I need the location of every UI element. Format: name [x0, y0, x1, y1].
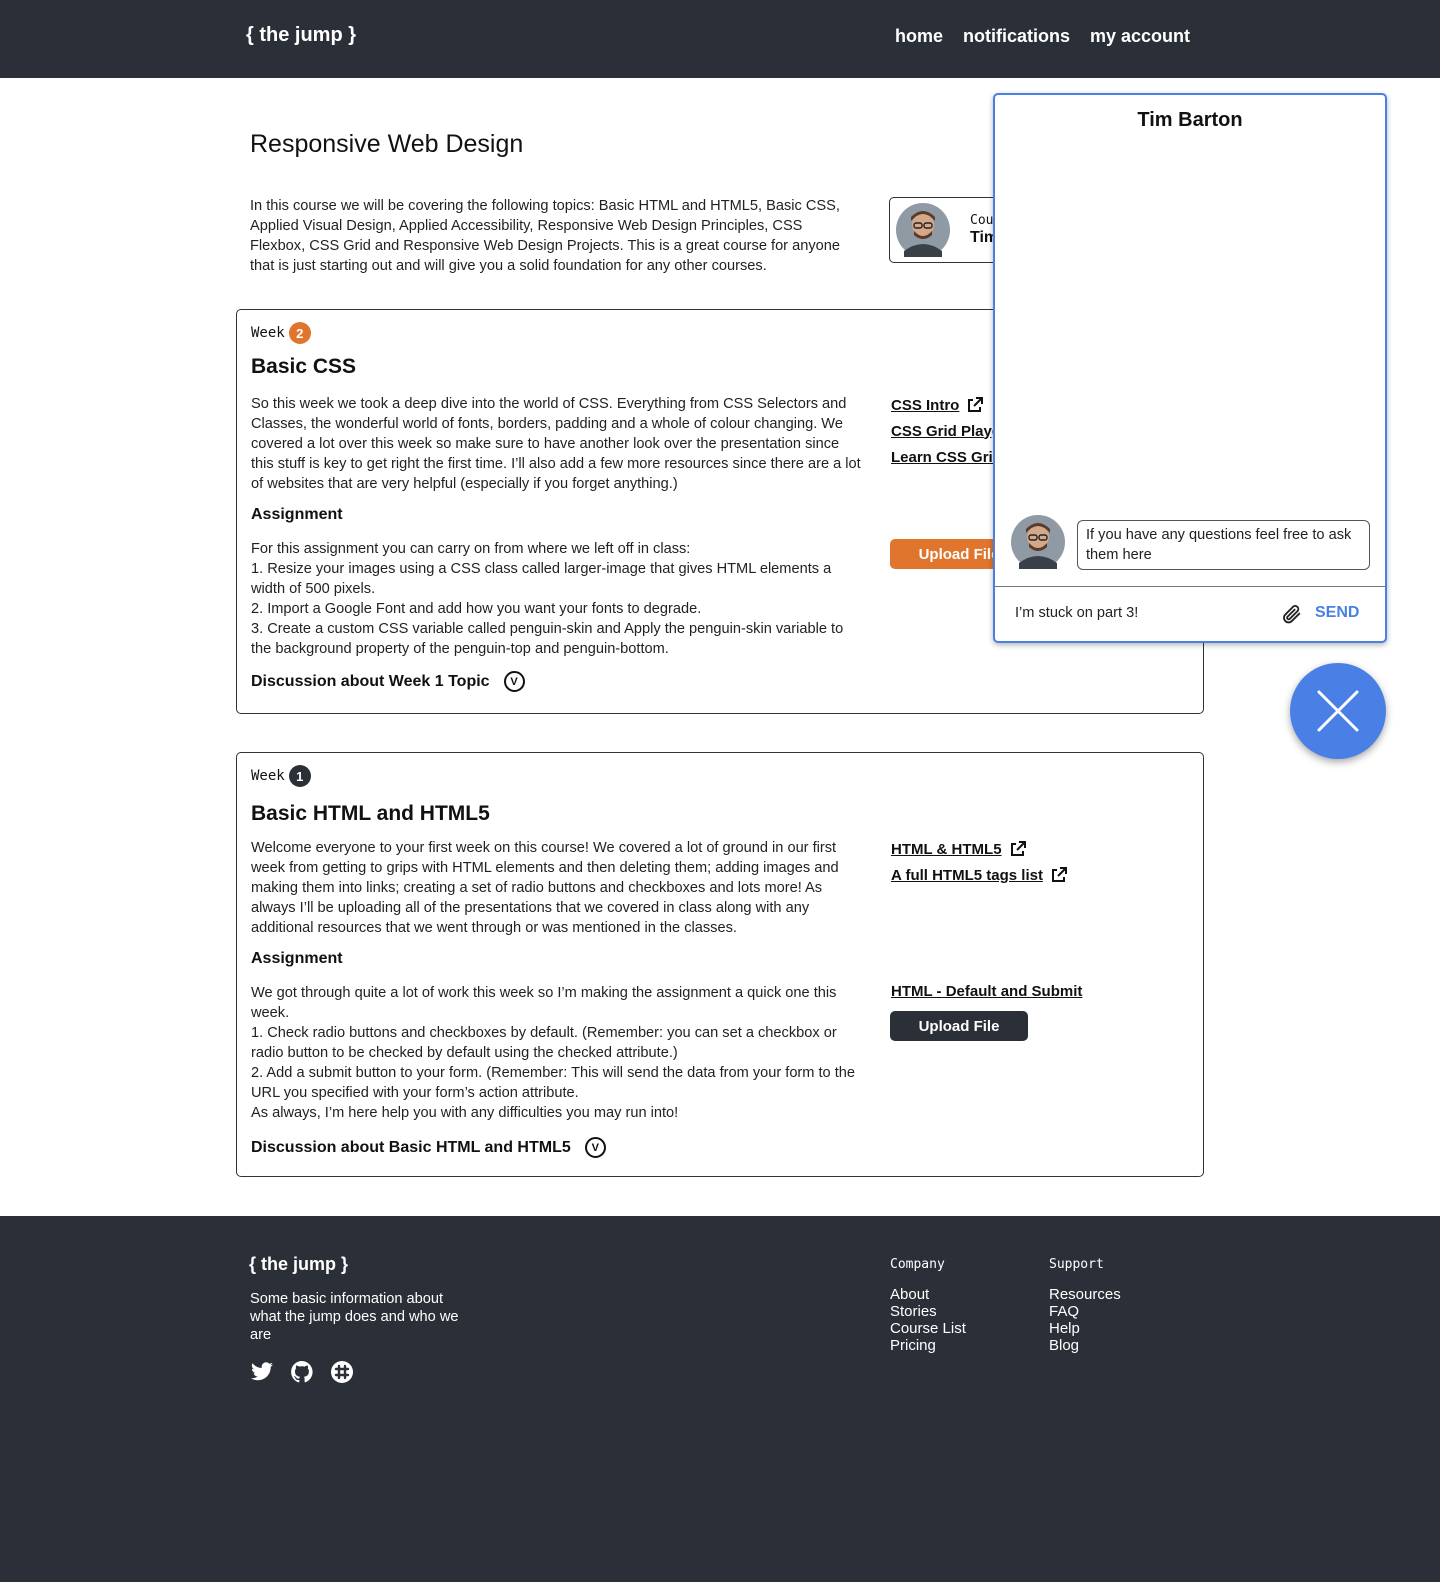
chat-avatar: [1011, 515, 1065, 569]
footer-link-resources[interactable]: Resources: [1049, 1286, 1121, 1303]
course-title: Responsive Web Design: [250, 130, 524, 158]
week-label: Week 1: [251, 765, 311, 787]
github-icon[interactable]: [290, 1360, 314, 1384]
footer-description: Some basic information about what the ju…: [250, 1291, 459, 1343]
chat-title: Tim Barton: [1137, 109, 1243, 131]
resource-link-label: HTML & HTML5: [891, 840, 1002, 858]
resource-link[interactable]: Learn CSS Grid: [891, 447, 1002, 467]
nav-home[interactable]: home: [895, 26, 943, 47]
resource-link[interactable]: CSS Intro: [891, 395, 1002, 415]
footer-link-blog[interactable]: Blog: [1049, 1337, 1121, 1354]
footer-link-faq[interactable]: FAQ: [1049, 1303, 1121, 1320]
resource-links: HTML & HTML5 A full HTML5 tags list: [891, 839, 1067, 885]
resource-link-label: CSS Intro: [891, 396, 960, 414]
resource-link-label: A full HTML5 tags list: [891, 866, 1043, 884]
external-link-icon: [968, 397, 984, 412]
footer-company-heading: Company: [890, 1257, 945, 1272]
top-nav-bar: { the jump } home notifications my accou…: [0, 0, 1440, 78]
week-summary: Welcome everyone to your first week on t…: [251, 840, 839, 936]
footer-link-about[interactable]: About: [890, 1286, 966, 1303]
week-number-badge: 2: [288, 322, 311, 344]
external-link-icon: [1010, 841, 1026, 856]
week-title: Basic CSS: [251, 355, 357, 378]
instructor-avatar: [896, 203, 950, 257]
logo[interactable]: { the jump }: [246, 24, 356, 47]
resource-link[interactable]: HTML & HTML5: [891, 839, 1067, 859]
footer-support-heading: Support: [1049, 1257, 1104, 1272]
resource-link-label: CSS Grid Playg: [891, 422, 1002, 440]
discussion-label: Discussion about Basic HTML and HTML5: [251, 1138, 571, 1156]
upload-file-button[interactable]: Upload File: [890, 1011, 1028, 1041]
assignment-heading: Assignment: [251, 950, 343, 967]
course-description: In this course we will be covering the f…: [250, 198, 840, 274]
nav-notifications[interactable]: notifications: [963, 26, 1070, 47]
chat-message-input[interactable]: [1015, 601, 1265, 625]
nav-my-account[interactable]: my account: [1090, 26, 1190, 47]
chat-divider: [995, 586, 1385, 587]
slack-icon[interactable]: [330, 1360, 354, 1384]
page: { the jump } home notifications my accou…: [0, 0, 1440, 1582]
footer-link-pricing[interactable]: Pricing: [890, 1337, 966, 1354]
assignment-file-link[interactable]: HTML - Default and Submit: [891, 983, 1082, 1000]
assignment-heading: Assignment: [251, 506, 343, 523]
chevron-down-icon: V: [584, 1137, 606, 1158]
week-label-text: Week: [251, 325, 285, 341]
week-label: Week 2: [251, 322, 311, 344]
resource-links: CSS Intro CSS Grid Playg Learn CSS Grid: [891, 395, 1002, 467]
footer-support-column: Support Resources FAQ Help Blog: [1049, 1257, 1121, 1354]
chat-message: If you have any questions feel free to a…: [1077, 520, 1370, 570]
footer-company-column: Company About Stories Course List Pricin…: [890, 1257, 966, 1354]
week-summary: So this week we took a deep dive into th…: [251, 396, 861, 492]
resource-link-label: Learn CSS Grid: [891, 448, 1002, 466]
external-link-icon: [1051, 867, 1067, 882]
week-label-text: Week: [251, 768, 285, 784]
footer-link-stories[interactable]: Stories: [890, 1303, 966, 1320]
chat-panel: Tim Barton If you have any questions fee…: [993, 93, 1387, 643]
resource-link[interactable]: A full HTML5 tags list: [891, 865, 1067, 885]
main-nav: home notifications my account: [895, 26, 1190, 47]
week-card: Week 1 Basic HTML and HTML5 Welcome ever…: [236, 752, 1204, 1177]
week-number-badge: 1: [288, 765, 311, 787]
close-icon: [1317, 690, 1359, 732]
instructor-label: Cou: [970, 213, 994, 228]
resource-link[interactable]: CSS Grid Playg: [891, 421, 1002, 441]
close-chat-button[interactable]: [1290, 663, 1386, 759]
week-title: Basic HTML and HTML5: [251, 802, 490, 825]
discussion-toggle[interactable]: Discussion about Basic HTML and HTML5 V: [251, 1137, 606, 1158]
paperclip-icon[interactable]: [1281, 603, 1303, 625]
footer-link-course-list[interactable]: Course List: [890, 1320, 966, 1337]
footer-logo[interactable]: { the jump }: [249, 1254, 348, 1275]
discussion-label: Discussion about Week 1 Topic: [251, 672, 490, 690]
twitter-icon[interactable]: [250, 1360, 274, 1384]
assignment-text: For this assignment you can carry on fro…: [251, 541, 844, 657]
footer-link-help[interactable]: Help: [1049, 1320, 1121, 1337]
send-button[interactable]: SEND: [1315, 604, 1359, 622]
chevron-down-icon: V: [503, 671, 525, 692]
assignment-text: We got through quite a lot of work this …: [251, 985, 856, 1121]
social-links: [250, 1360, 354, 1384]
discussion-toggle[interactable]: Discussion about Week 1 Topic V: [251, 671, 525, 692]
